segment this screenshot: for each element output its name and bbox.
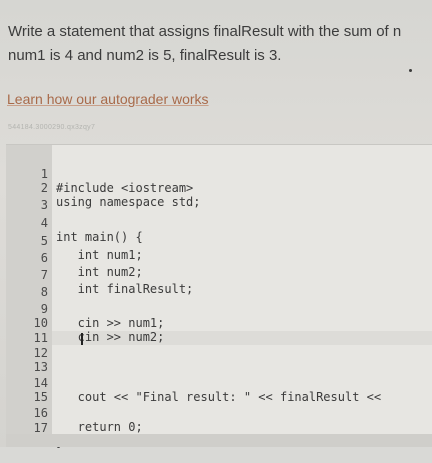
- instructions-line-1: Write a statement that assigns finalResu…: [8, 23, 402, 40]
- instructions: Write a statement that assigns finalResu…: [8, 20, 432, 68]
- code-line[interactable]: 13: [6, 346, 432, 374]
- code-line[interactable]: 8: [6, 271, 432, 299]
- code-line[interactable]: 16 return 0;: [6, 392, 432, 434]
- editor-bottom-edge: [6, 434, 432, 447]
- code-text[interactable]: return 0;: [56, 420, 143, 434]
- code-line[interactable]: 7 int finalResult;: [6, 254, 432, 296]
- code-line[interactable]: 17 }: [6, 407, 432, 449]
- code-editor[interactable]: 1 #include <iostream> 2 using namespace …: [6, 144, 432, 449]
- code-line[interactable]: 15: [6, 376, 432, 404]
- code-line[interactable]: 5 int num1;: [6, 220, 432, 262]
- code-line[interactable]: 4 int main() {: [6, 202, 432, 244]
- code-line[interactable]: 1 #include <iostream>: [6, 153, 432, 195]
- code-line[interactable]: 10 cin >> num2;: [6, 302, 432, 344]
- code-line[interactable]: 2 using namespace std;: [6, 167, 432, 209]
- code-line[interactable]: 14 cout << "Final result: " << finalResu…: [6, 362, 432, 404]
- code-line[interactable]: 11: [6, 317, 432, 345]
- code-line[interactable]: 12: [6, 332, 432, 360]
- instructions-line-2: num1 is 4 and num2 is 5, finalResult is …: [8, 47, 282, 64]
- line-number: 17: [33, 421, 48, 435]
- code-line[interactable]: 9 cin >> num1;: [6, 288, 432, 330]
- text-caret: [81, 333, 83, 345]
- autograder-link[interactable]: Learn how our autograder works: [7, 91, 209, 107]
- code-line[interactable]: 3: [6, 184, 432, 212]
- submission-id: 544184.3000290.qx3zqy7: [8, 124, 96, 131]
- stray-dot: [409, 69, 412, 72]
- code-line[interactable]: 6 int num2;: [6, 237, 432, 279]
- page: Write a statement that assigns finalResu…: [0, 0, 432, 449]
